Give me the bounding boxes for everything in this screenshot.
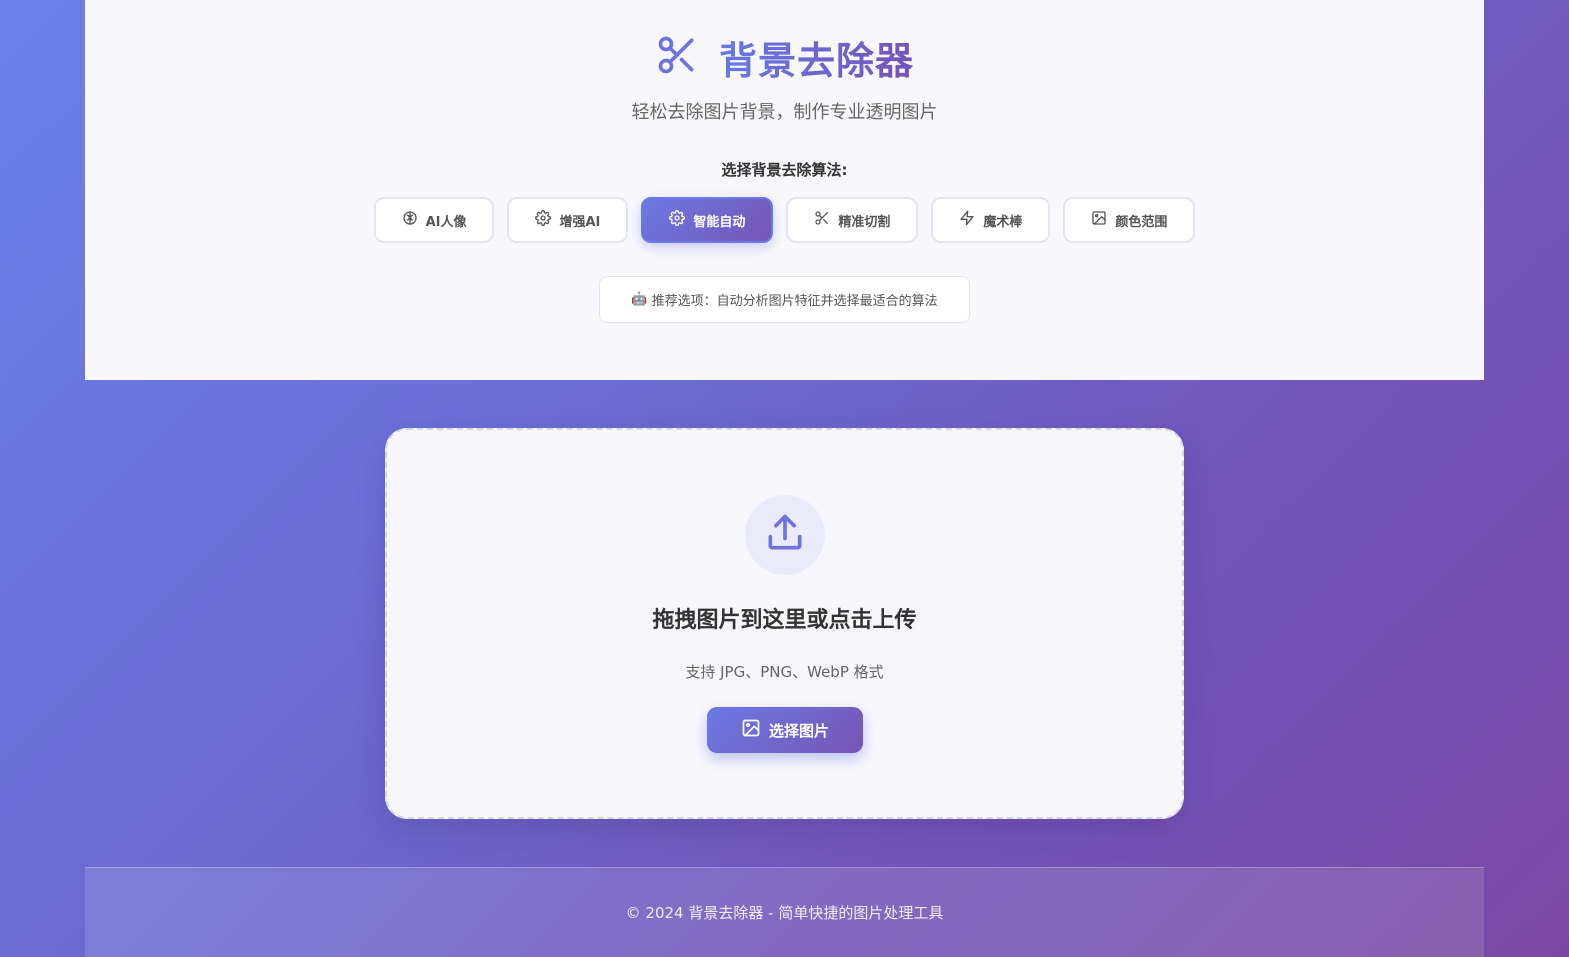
algo-button-enhanced-ai[interactable]: 增强AI <box>507 197 629 243</box>
footer-text: © 2024 背景去除器 - 简单快捷的图片处理工具 <box>625 904 944 922</box>
algo-label: 智能自动 <box>693 214 746 230</box>
scissors-icon <box>814 210 830 230</box>
choose-image-label: 选择图片 <box>768 721 829 740</box>
brain-icon <box>402 210 418 230</box>
gear-icon <box>669 210 686 230</box>
gear-icon <box>535 210 552 230</box>
title-row: 背景去除器 <box>85 30 1484 84</box>
algo-button-precise-cut[interactable]: 精准切割 <box>786 197 919 243</box>
upload-title: 拖拽图片到这里或点击上传 <box>652 608 917 633</box>
algo-label: 魔术棒 <box>983 214 1023 230</box>
algo-label: 精准切割 <box>838 214 891 230</box>
lightning-icon <box>959 210 975 230</box>
footer: © 2024 背景去除器 - 简单快捷的图片处理工具 <box>85 867 1484 957</box>
recommendation-text: 推荐选项：自动分析图片特征并选择最适合的算法 <box>651 294 938 309</box>
algorithm-selector: AI人像 增强AI 智能自动 精准切割 魔术棒 颜色范围 <box>85 197 1484 243</box>
image-icon <box>1091 210 1107 230</box>
upload-icon <box>763 511 807 559</box>
image-icon <box>741 718 761 742</box>
algorithm-label: 选择背景去除算法: <box>721 161 848 179</box>
page-title: 背景去除器 <box>719 30 914 85</box>
algo-button-smart-auto[interactable]: 智能自动 <box>641 197 774 243</box>
page-subtitle: 轻松去除图片背景，制作专业透明图片 <box>631 102 938 123</box>
algo-button-magic-wand[interactable]: 魔术棒 <box>931 197 1051 243</box>
header-card: 背景去除器 轻松去除图片背景，制作专业透明图片 选择背景去除算法: AI人像 增… <box>85 0 1484 380</box>
upload-icon-circle <box>745 495 825 575</box>
robot-emoji: 🤖 <box>631 292 648 307</box>
algo-button-ai-portrait[interactable]: AI人像 <box>373 197 495 243</box>
upload-dropzone[interactable]: 拖拽图片到这里或点击上传 支持 JPG、PNG、WebP 格式 选择图片 <box>385 428 1184 819</box>
recommendation-note: 🤖 推荐选项：自动分析图片特征并选择最适合的算法 <box>599 276 970 323</box>
algo-button-color-range[interactable]: 颜色范围 <box>1063 197 1196 243</box>
choose-image-button[interactable]: 选择图片 <box>707 707 863 753</box>
upload-hint: 支持 JPG、PNG、WebP 格式 <box>685 663 884 681</box>
algo-label: 增强AI <box>559 214 601 230</box>
scissors-icon <box>655 33 699 81</box>
algo-label: AI人像 <box>425 214 467 230</box>
algo-label: 颜色范围 <box>1115 214 1168 230</box>
